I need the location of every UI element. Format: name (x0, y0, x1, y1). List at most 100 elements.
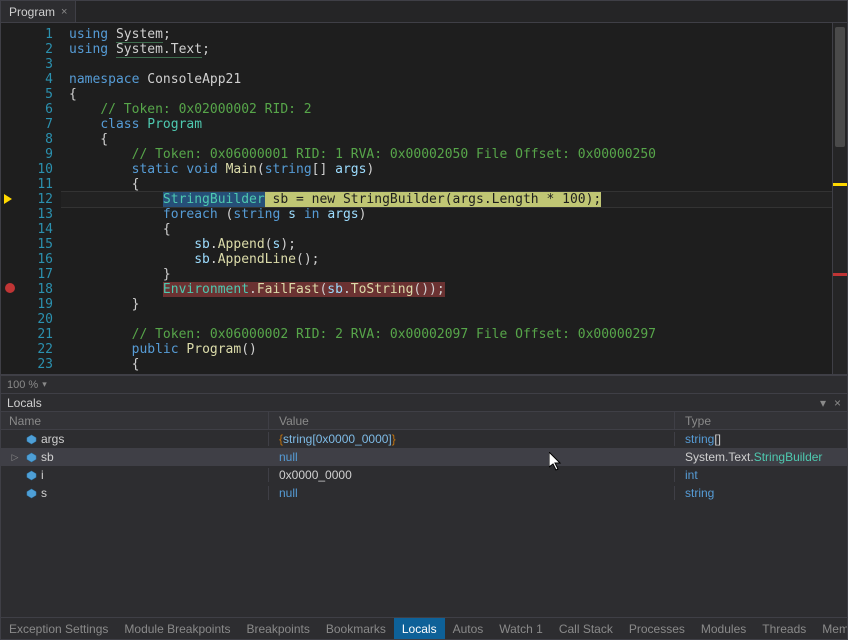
line-number: 4 (19, 72, 53, 87)
code-line[interactable]: using System; (61, 27, 832, 42)
locals-panel: Locals ▾ × Name Value Type args {string[0… (1, 393, 847, 617)
tool-tab-processes[interactable]: Processes (621, 618, 693, 639)
locals-cell-type: System.Text.StringBuilder (675, 450, 847, 464)
line-number: 2 (19, 42, 53, 57)
editor-zoom-bar: 100 % ▾ (1, 375, 847, 393)
line-number: 19 (19, 297, 53, 312)
line-number: 3 (19, 57, 53, 72)
locals-columns-header: Name Value Type (1, 412, 847, 430)
line-number: 6 (19, 102, 53, 117)
locals-var-name: s (41, 486, 47, 500)
code-line[interactable]: { (61, 132, 832, 147)
close-icon[interactable]: × (61, 6, 67, 18)
code-line[interactable]: Environment.FailFast(sb.ToString()); (61, 282, 832, 297)
locals-var-name: i (41, 468, 44, 482)
locals-cell-type: int (675, 468, 847, 482)
zoom-label: 100 % (7, 379, 38, 391)
line-number: 5 (19, 87, 53, 102)
chevron-down-icon[interactable]: ▾ (42, 379, 47, 390)
code-line[interactable]: { (61, 87, 832, 102)
code-line[interactable]: static void Main(string[] args) (61, 162, 832, 177)
line-number-gutter: 1234567891011121314151617181920212223 (19, 23, 61, 374)
locals-col-name[interactable]: Name (1, 412, 269, 429)
tool-tab-watch-1[interactable]: Watch 1 (491, 618, 551, 639)
expander-icon[interactable]: ▷ (9, 452, 21, 463)
current-statement-icon (4, 193, 16, 205)
variable-icon (25, 433, 37, 445)
line-number: 14 (19, 222, 53, 237)
code-line[interactable]: using System.Text; (61, 42, 832, 57)
locals-row[interactable]: ▷sbnullSystem.Text.StringBuilder (1, 448, 847, 466)
locals-body: args{string[0x0000_0000]}string[]▷sbnull… (1, 430, 847, 502)
tool-tab-module-breakpoints[interactable]: Module Breakpoints (116, 618, 238, 639)
locals-col-value[interactable]: Value (269, 412, 675, 429)
tool-tab-threads[interactable]: Threads (754, 618, 814, 639)
code-line[interactable]: StringBuilder sb = new StringBuilder(arg… (61, 192, 832, 207)
line-number: 13 (19, 207, 53, 222)
locals-title-bar[interactable]: Locals ▾ × (1, 394, 847, 412)
variable-icon (25, 487, 37, 499)
tool-tab-bookmarks[interactable]: Bookmarks (318, 618, 394, 639)
tool-tab-breakpoints[interactable]: Breakpoints (238, 618, 317, 639)
code-area[interactable]: using System;using System.Text; namespace… (61, 23, 832, 374)
code-line[interactable]: sb.AppendLine(); (61, 252, 832, 267)
locals-row[interactable]: i0x0000_0000int (1, 466, 847, 484)
line-number: 16 (19, 252, 53, 267)
code-line[interactable]: foreach (string s in args) (61, 207, 832, 222)
code-line[interactable]: sb.Append(s); (61, 237, 832, 252)
line-number: 22 (19, 342, 53, 357)
locals-col-type[interactable]: Type (675, 412, 847, 429)
line-number: 10 (19, 162, 53, 177)
code-line[interactable]: // Token: 0x06000002 RID: 2 RVA: 0x00002… (61, 327, 832, 342)
code-line[interactable]: class Program (61, 117, 832, 132)
line-number: 17 (19, 267, 53, 282)
code-line[interactable]: { (61, 222, 832, 237)
variable-icon (25, 469, 37, 481)
line-number: 18 (19, 282, 53, 297)
glyph-margin (1, 23, 19, 374)
breakpoint-icon[interactable] (5, 283, 15, 293)
line-number: 8 (19, 132, 53, 147)
locals-row[interactable]: args {string[0x0000_0000]}string[] (1, 430, 847, 448)
locals-title-text: Locals (7, 396, 42, 410)
locals-cell-value: null (269, 486, 675, 500)
tool-tab-memory-1[interactable]: Memory 1 (814, 618, 847, 639)
locals-cell-value: {string[0x0000_0000]} (269, 432, 675, 446)
code-line[interactable]: namespace ConsoleApp21 (61, 72, 832, 87)
code-line[interactable]: { (61, 177, 832, 192)
code-line[interactable]: public Program() (61, 342, 832, 357)
tool-tab-locals[interactable]: Locals (394, 618, 445, 639)
line-number: 12 (19, 192, 53, 207)
scrollbar-breakpoint-mark (833, 273, 847, 276)
tool-tab-autos[interactable]: Autos (445, 618, 492, 639)
editor-tab-bar: Program × (1, 1, 847, 23)
locals-cell-name: ▷sb (1, 450, 269, 464)
editor-scrollbar[interactable] (832, 23, 847, 374)
variable-icon (25, 451, 37, 463)
line-number: 21 (19, 327, 53, 342)
line-number: 1 (19, 27, 53, 42)
locals-cell-name: i (1, 468, 269, 482)
code-line[interactable]: { (61, 357, 832, 372)
editor-tab-program[interactable]: Program × (1, 1, 76, 22)
locals-cell-value: null (269, 450, 675, 464)
pin-icon[interactable]: ▾ (820, 396, 826, 410)
code-editor[interactable]: 1234567891011121314151617181920212223 us… (1, 23, 847, 375)
code-line[interactable] (61, 312, 832, 327)
code-line[interactable] (61, 57, 832, 72)
line-number: 20 (19, 312, 53, 327)
locals-var-name: args (41, 432, 64, 446)
scrollbar-thumb[interactable] (835, 27, 845, 147)
code-line[interactable]: } (61, 297, 832, 312)
locals-cell-type: string[] (675, 432, 847, 446)
line-number: 15 (19, 237, 53, 252)
code-line[interactable]: } (61, 267, 832, 282)
tool-tab-call-stack[interactable]: Call Stack (551, 618, 621, 639)
tool-tab-modules[interactable]: Modules (693, 618, 754, 639)
code-line[interactable]: // Token: 0x06000001 RID: 1 RVA: 0x00002… (61, 147, 832, 162)
code-line[interactable]: // Token: 0x02000002 RID: 2 (61, 102, 832, 117)
locals-row[interactable]: snullstring (1, 484, 847, 502)
locals-cell-name: args (1, 432, 269, 446)
tool-tab-exception-settings[interactable]: Exception Settings (1, 618, 116, 639)
close-icon[interactable]: × (834, 396, 841, 410)
